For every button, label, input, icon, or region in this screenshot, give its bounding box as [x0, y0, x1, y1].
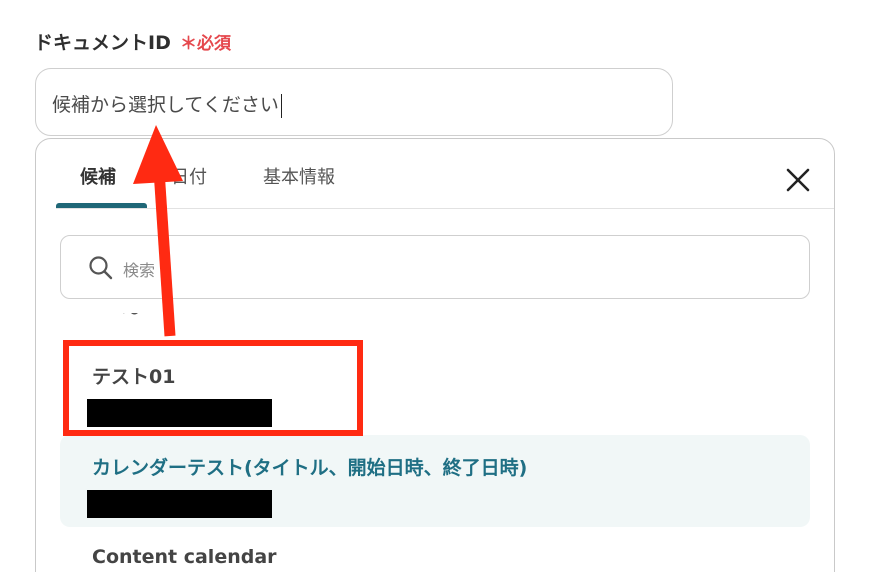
annotation-arrow: [133, 125, 183, 337]
form-root: ドキュメントID ＊必須 候補から選択してください 候補 日付 基本情報 検索 …: [0, 0, 874, 572]
